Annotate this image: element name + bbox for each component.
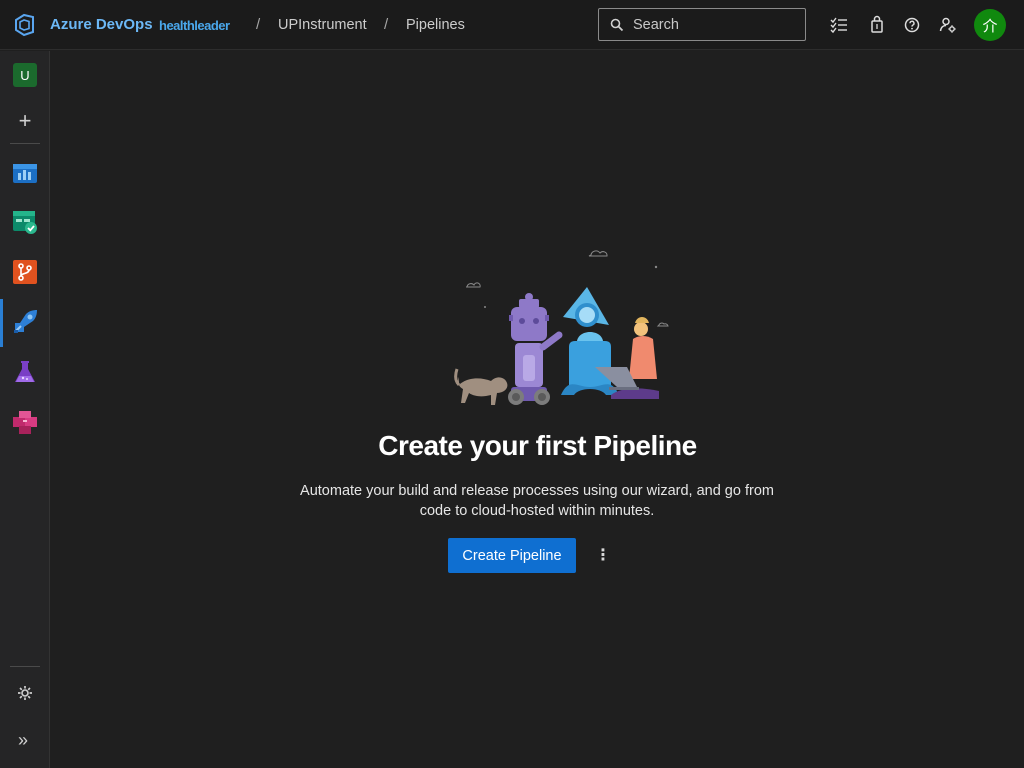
project-settings-icon[interactable] <box>12 680 38 706</box>
active-indicator <box>0 299 3 347</box>
pipelines-icon[interactable] <box>12 309 38 335</box>
nav-divider <box>10 143 40 144</box>
avatar[interactable]: 介 <box>974 9 1006 41</box>
more-options-icon[interactable]: ⋮ <box>592 544 614 566</box>
repos-icon[interactable] <box>12 259 38 285</box>
pipeline-illustration <box>454 250 669 405</box>
organization-link[interactable]: healthleader <box>159 18 230 33</box>
search-input[interactable]: Search <box>633 17 679 33</box>
brand-link[interactable]: Azure DevOps <box>50 16 153 33</box>
test-plans-icon[interactable] <box>12 359 38 385</box>
search-box[interactable]: Search <box>598 8 806 41</box>
main-content: Create your first Pipeline Automate your… <box>51 51 1024 768</box>
artifacts-icon[interactable] <box>12 409 38 435</box>
empty-state-title: Create your first Pipeline <box>378 430 697 461</box>
breadcrumb-section[interactable]: Pipelines <box>406 17 465 33</box>
overview-icon[interactable] <box>12 159 38 185</box>
user-settings-icon[interactable] <box>937 14 959 36</box>
left-navigation: U + » <box>0 51 50 768</box>
azure-devops-logo-icon[interactable] <box>13 13 37 37</box>
breadcrumb-project[interactable]: UPInstrument <box>278 17 367 33</box>
breadcrumb-separator: / <box>256 16 261 33</box>
search-icon <box>610 18 624 31</box>
marketplace-bag-icon[interactable] <box>866 14 888 36</box>
nav-divider <box>10 666 40 667</box>
expand-icon[interactable]: » <box>18 730 28 751</box>
create-pipeline-button[interactable]: Create Pipeline <box>448 538 576 573</box>
project-avatar[interactable]: U <box>13 63 37 87</box>
app-window: Azure DevOps healthleader / UPInstrument… <box>0 0 1024 768</box>
help-icon[interactable] <box>901 14 923 36</box>
top-header: Azure DevOps healthleader / UPInstrument… <box>0 0 1024 50</box>
boards-icon[interactable] <box>12 209 38 235</box>
add-new-button[interactable]: + <box>14 110 36 133</box>
work-items-icon[interactable] <box>828 14 850 36</box>
empty-state-description: Automate your build and release processe… <box>300 483 774 519</box>
breadcrumb-separator: / <box>384 16 389 33</box>
